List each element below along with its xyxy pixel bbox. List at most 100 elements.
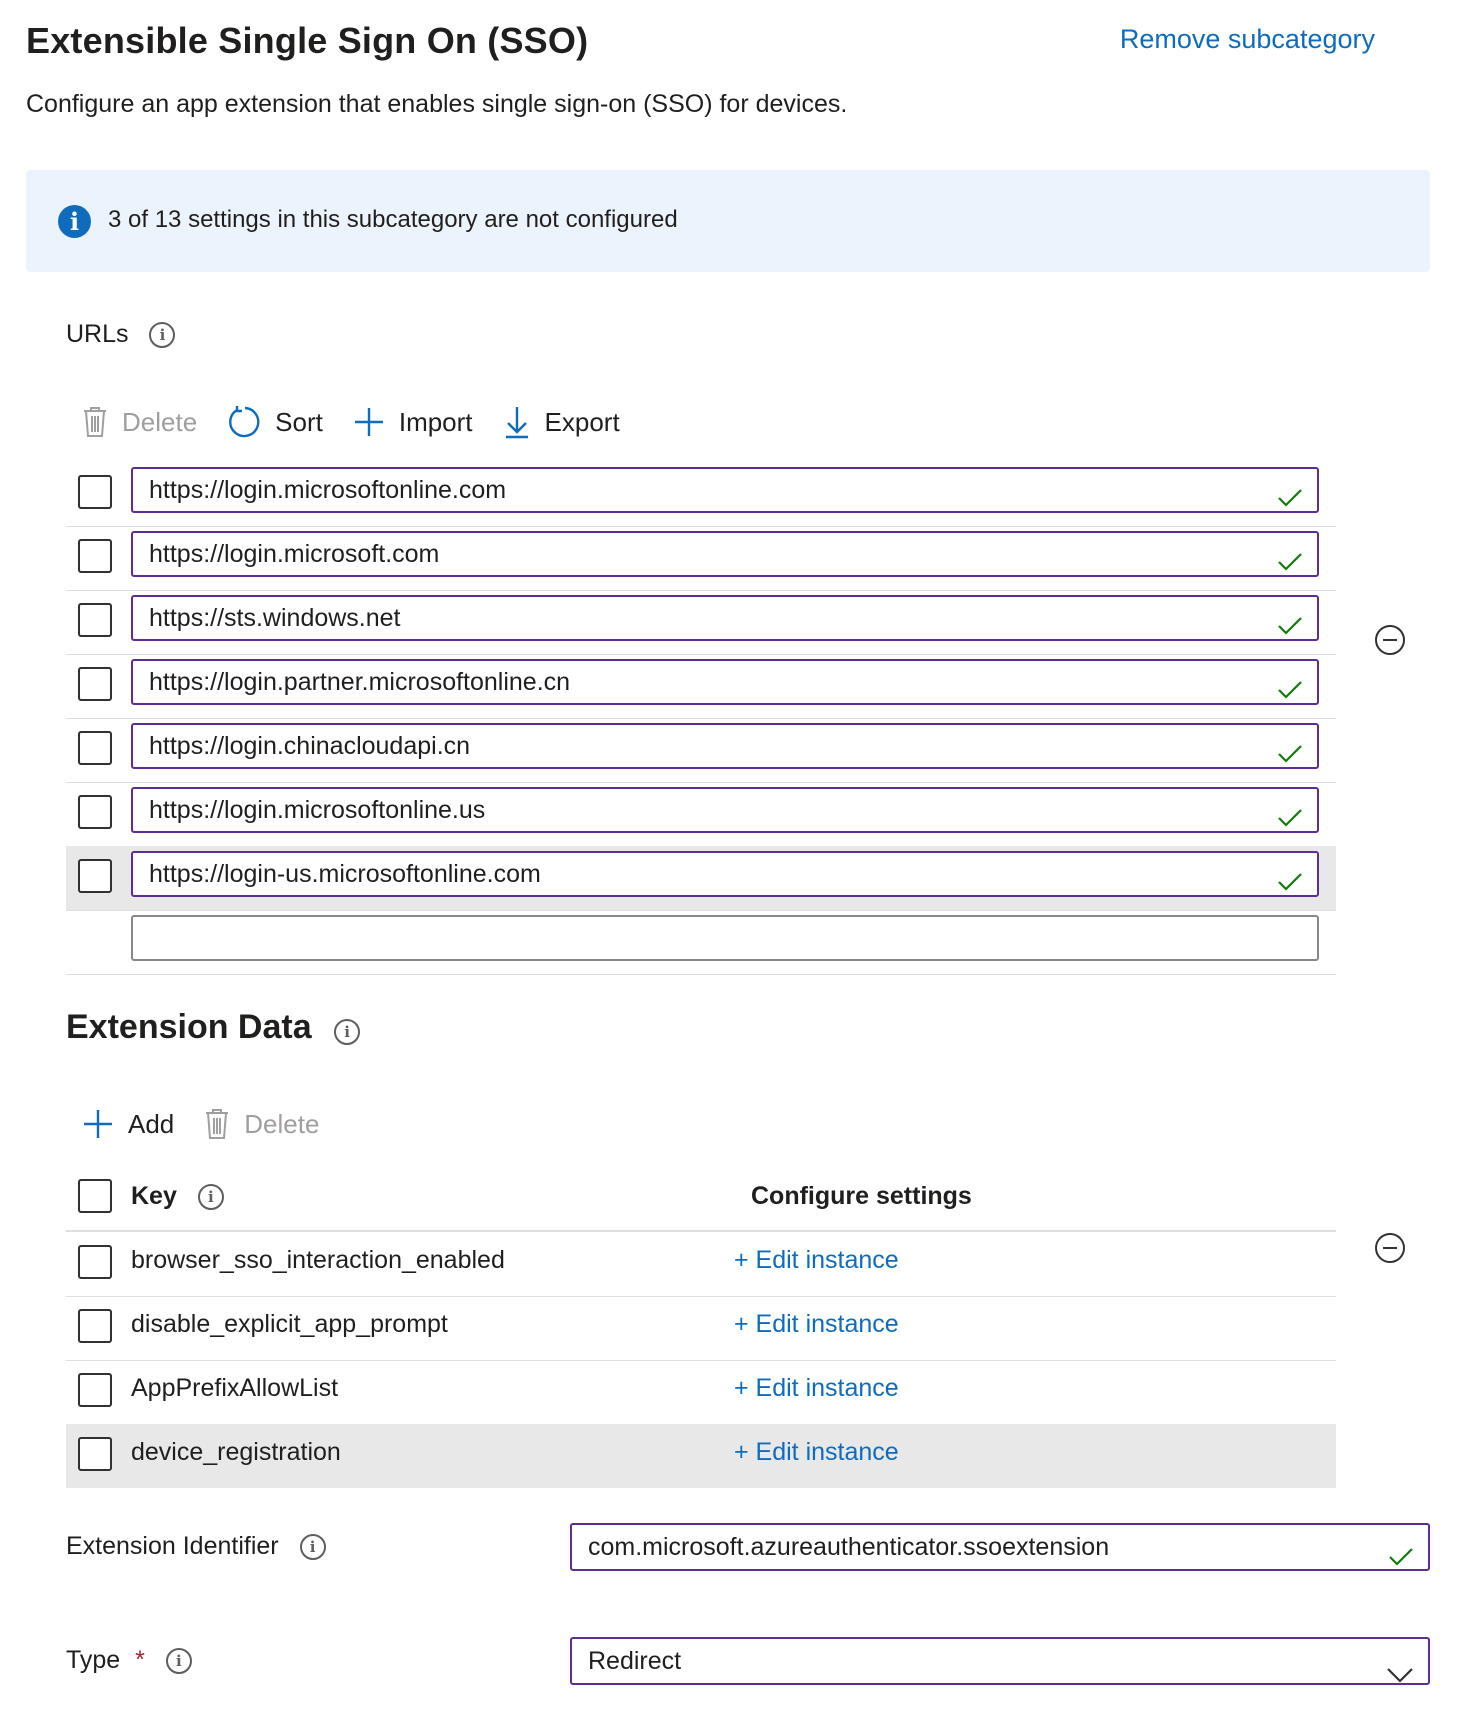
page-title: Extensible Single Sign On (SSO) — [26, 20, 589, 61]
check-icon — [1388, 1537, 1414, 1581]
plus-icon — [82, 1108, 114, 1140]
extension-add-button[interactable]: Add — [82, 1108, 174, 1140]
refresh-icon — [227, 405, 261, 439]
edit-instance-link[interactable]: + Edit instance — [734, 1374, 899, 1403]
type-select-value: Redirect — [588, 1647, 682, 1675]
extension-identifier-input[interactable]: com.microsoft.azureauthenticator.ssoexte… — [570, 1523, 1430, 1571]
url-row: https://login.microsoftonline.us — [66, 782, 1336, 847]
urls-sort-button[interactable]: Sort — [227, 405, 323, 439]
extension-row: AppPrefixAllowList + Edit instance — [66, 1360, 1336, 1425]
info-icon[interactable]: i — [165, 1648, 192, 1675]
extension-identifier-label-group: Extension Identifier i — [66, 1532, 326, 1561]
url-input[interactable]: https://sts.windows.net — [131, 595, 1319, 641]
url-value: https://login.partner.microsoftonline.cn — [149, 668, 571, 696]
extension-row-checkbox[interactable] — [78, 1437, 112, 1471]
url-input[interactable]: https://login.microsoftonline.com — [131, 467, 1319, 513]
remove-extension-data-icon[interactable] — [1375, 1233, 1405, 1263]
extension-delete-label: Delete — [244, 1108, 320, 1139]
extension-row-checkbox[interactable] — [78, 1245, 112, 1279]
info-banner: i 3 of 13 settings in this subcategory a… — [26, 170, 1430, 272]
banner-text: 3 of 13 settings in this subcategory are… — [108, 206, 678, 233]
check-icon — [1277, 863, 1303, 905]
urls-delete-label: Delete — [122, 406, 198, 437]
check-icon — [1277, 671, 1303, 713]
trash-icon — [82, 406, 108, 438]
url-row: https://login.microsoft.com — [66, 526, 1336, 591]
type-label-group: Type * i — [66, 1646, 192, 1675]
extension-table-header: Key i Configure settings — [66, 1166, 1336, 1232]
urls-sort-label: Sort — [275, 406, 323, 437]
edit-instance-link[interactable]: + Edit instance — [734, 1246, 899, 1275]
url-row-checkbox[interactable] — [78, 795, 112, 829]
check-icon — [1277, 543, 1303, 585]
url-row-checkbox[interactable] — [78, 475, 112, 509]
url-row: https://login.partner.microsoftonline.cn — [66, 654, 1336, 719]
edit-instance-link[interactable]: + Edit instance — [734, 1310, 899, 1339]
required-marker: * — [135, 1646, 145, 1674]
url-row: https://login-us.microsoftonline.com — [66, 846, 1336, 911]
check-icon — [1277, 799, 1303, 841]
edit-instance-link[interactable]: + Edit instance — [734, 1438, 899, 1467]
check-icon — [1277, 735, 1303, 777]
url-row: https://login.microsoftonline.com — [66, 462, 1336, 527]
remove-urls-icon[interactable] — [1375, 625, 1405, 655]
extension-key: disable_explicit_app_prompt — [131, 1310, 448, 1338]
check-icon — [1277, 607, 1303, 649]
extension-key: AppPrefixAllowList — [131, 1374, 339, 1402]
info-icon[interactable]: i — [197, 1184, 224, 1211]
extension-data-title: Extension Data — [66, 1008, 312, 1046]
url-value: https://login.microsoftonline.com — [149, 476, 507, 504]
extension-add-label: Add — [128, 1108, 175, 1139]
url-value: https://login.chinacloudapi.cn — [149, 732, 471, 760]
urls-label: URLs — [66, 320, 129, 348]
url-input[interactable]: https://login.microsoftonline.us — [131, 787, 1319, 833]
url-new-row — [66, 910, 1336, 975]
urls-import-button[interactable]: Import — [353, 406, 473, 438]
new-url-input[interactable] — [131, 915, 1319, 961]
url-value: https://login-us.microsoftonline.com — [149, 860, 541, 888]
url-row-checkbox[interactable] — [78, 731, 112, 765]
info-icon[interactable]: i — [299, 1534, 326, 1561]
extension-row-checkbox[interactable] — [78, 1309, 112, 1343]
download-icon — [503, 405, 531, 439]
extension-key: browser_sso_interaction_enabled — [131, 1246, 505, 1274]
url-input[interactable]: https://login.partner.microsoftonline.cn — [131, 659, 1319, 705]
type-label: Type — [66, 1646, 121, 1674]
url-input[interactable]: https://login.chinacloudapi.cn — [131, 723, 1319, 769]
extension-key: device_registration — [131, 1438, 341, 1466]
url-value: https://login.microsoft.com — [149, 540, 440, 568]
trash-icon — [204, 1108, 230, 1140]
urls-export-button[interactable]: Export — [503, 405, 620, 439]
extension-identifier-label: Extension Identifier — [66, 1532, 279, 1560]
url-input[interactable]: https://login-us.microsoftonline.com — [131, 851, 1319, 897]
url-row: https://login.chinacloudapi.cn — [66, 718, 1336, 783]
urls-delete-button[interactable]: Delete — [82, 406, 197, 438]
url-row-checkbox[interactable] — [78, 603, 112, 637]
extension-identifier-value: com.microsoft.azureauthenticator.ssoexte… — [588, 1533, 1110, 1561]
type-select[interactable]: Redirect — [570, 1637, 1430, 1685]
chevron-down-icon — [1386, 1653, 1414, 1697]
url-row-checkbox[interactable] — [78, 539, 112, 573]
page-description: Configure an app extension that enables … — [26, 90, 848, 118]
info-icon[interactable]: i — [149, 322, 176, 349]
urls-toolbar: Delete Sort Import Export — [82, 405, 650, 439]
extension-row: disable_explicit_app_prompt + Edit insta… — [66, 1296, 1336, 1361]
extension-data-toolbar: Add Delete — [82, 1108, 349, 1140]
key-column-header: Key i — [131, 1182, 224, 1211]
extension-row: browser_sso_interaction_enabled + Edit i… — [66, 1232, 1336, 1297]
select-all-checkbox[interactable] — [78, 1179, 112, 1213]
url-value: https://sts.windows.net — [149, 604, 401, 632]
url-input[interactable]: https://login.microsoft.com — [131, 531, 1319, 577]
urls-export-label: Export — [544, 406, 620, 437]
extension-row-checkbox[interactable] — [78, 1373, 112, 1407]
info-icon[interactable]: i — [334, 1018, 361, 1045]
urls-import-label: Import — [398, 406, 473, 437]
url-row-checkbox[interactable] — [78, 859, 112, 893]
extension-delete-button[interactable]: Delete — [204, 1108, 319, 1140]
remove-subcategory-link[interactable]: Remove subcategory — [1120, 24, 1375, 55]
url-row-checkbox[interactable] — [78, 667, 112, 701]
plus-icon — [353, 406, 385, 438]
url-value: https://login.microsoftonline.us — [149, 796, 486, 824]
key-header-label: Key — [131, 1182, 177, 1210]
extension-data-header: Extension Data i — [66, 1008, 361, 1047]
